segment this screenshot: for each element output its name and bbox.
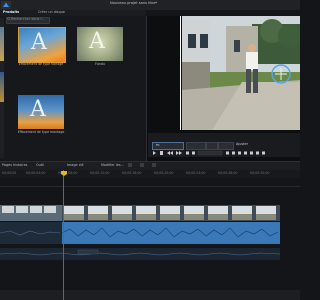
ruler-label: 00;00;28;00 (218, 171, 238, 175)
keyframe-menu[interactable]: Image clé (67, 163, 84, 167)
tool-menu[interactable]: Outil (36, 163, 44, 167)
modify-menu[interactable]: Modifier les... (101, 163, 124, 167)
video-preview[interactable] (182, 16, 300, 130)
library-thumb-fondu[interactable]: A (77, 27, 123, 61)
video-clip[interactable] (0, 205, 280, 221)
preview-mode-toggle[interactable]: Fit (152, 142, 184, 150)
thumb-caption: Effacement de type horloge (18, 62, 64, 66)
window-title: Nouveau projet sans titre* (110, 1, 158, 5)
library-thumb-montage[interactable]: A (18, 95, 64, 129)
fit-label: Fit (156, 143, 160, 148)
transport-controls[interactable] (152, 150, 282, 156)
ruler-label: 00;00;32;00 (250, 171, 270, 175)
tab-creer-disque[interactable]: Créer un disque (38, 10, 65, 14)
zoom-select[interactable] (186, 142, 206, 150)
thumb-letter: A (89, 29, 105, 54)
track-divider (0, 186, 300, 187)
adjust-label[interactable]: Ajuster (236, 142, 248, 146)
ruler-label: 00;00;04;00 (26, 171, 46, 175)
eject-icon[interactable] (152, 134, 156, 148)
snapshot-button[interactable] (206, 142, 218, 150)
thumb-letter: A (30, 97, 46, 122)
audio-clip[interactable] (0, 222, 280, 244)
ruler-label: 00;00;16;00 (122, 171, 142, 175)
ruler-label: 00;00;24;00 (186, 171, 206, 175)
library-thumb-partial[interactable] (0, 27, 4, 61)
playhead-handle-icon[interactable] (60, 171, 67, 176)
toolbar-icon[interactable] (152, 163, 156, 167)
toolbar-icon[interactable] (128, 163, 132, 167)
panel-divider (146, 16, 147, 161)
preview-frame-edge (180, 16, 181, 130)
ruler-label: 00;00;20;00 (154, 171, 174, 175)
audio-track-2[interactable] (0, 248, 280, 260)
quality-select[interactable] (218, 142, 234, 150)
thumb-caption: Fondu (95, 62, 105, 66)
timeline-track-label[interactable]: Pages histoires (2, 163, 27, 167)
library-search-placeholder: Rechercher dans l... (11, 17, 45, 22)
library-thumb-horloge[interactable]: A (18, 27, 66, 63)
app-logo-icon[interactable] (1, 1, 11, 9)
thumb-caption: Effacement de type montage (17, 130, 65, 134)
thumb-letter: A (31, 30, 47, 55)
ruler-label: 00;00;00 (2, 171, 17, 175)
library-thumb-partial[interactable] (0, 72, 4, 102)
timeline-scrollbar[interactable] (0, 290, 300, 300)
toolbar-icon[interactable] (140, 163, 144, 167)
playhead[interactable] (63, 170, 64, 300)
tab-produits[interactable]: Produits (3, 10, 19, 14)
ruler-label: 00;00;12;00 (90, 171, 110, 175)
